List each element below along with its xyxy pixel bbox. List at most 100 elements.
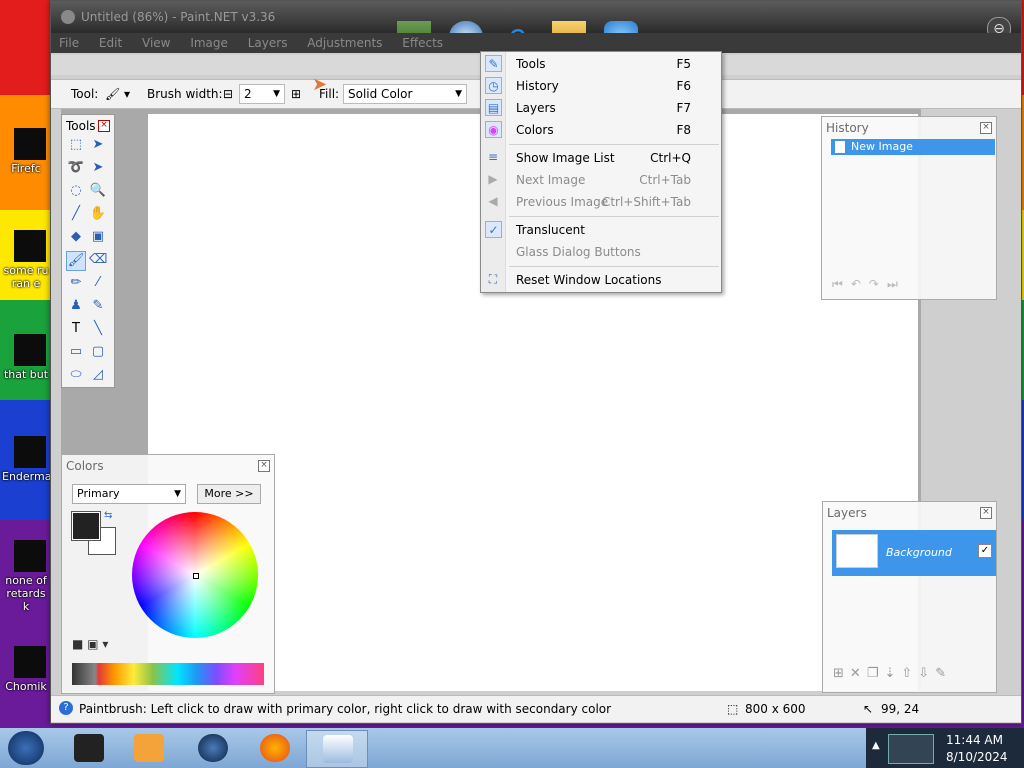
menu-item-previous-image[interactable]: ◀ Previous Image Ctrl+Shift+Tab xyxy=(481,191,721,213)
pan-icon[interactable]: ✋ xyxy=(89,205,107,223)
color-palette[interactable] xyxy=(72,663,264,685)
layer-properties-icon[interactable]: ✎ xyxy=(935,666,952,681)
show-hidden-icons-icon[interactable]: ▲ xyxy=(872,740,880,751)
paintbrush-icon[interactable]: 🖌 xyxy=(66,251,86,271)
new-image-icon xyxy=(835,141,845,153)
pencil-icon[interactable]: ✏ xyxy=(67,274,85,292)
move-selected-icon[interactable]: ➤ xyxy=(89,159,107,177)
rectangle-select-icon[interactable]: ⬚ xyxy=(67,136,85,154)
menu-image[interactable]: Image xyxy=(182,33,236,53)
freeform-shape-icon[interactable]: ◿ xyxy=(89,366,107,384)
text-icon[interactable]: T xyxy=(67,320,85,338)
add-layer-icon[interactable]: ⊞ xyxy=(833,666,850,681)
lasso-select-icon[interactable]: ➰ xyxy=(67,159,85,177)
brush-width-input[interactable]: 2 ▼ xyxy=(239,84,285,104)
window-title: Untitled (86%) - Paint.NET v3.36 xyxy=(81,10,276,24)
taskbar-app-1[interactable] xyxy=(58,730,118,766)
history-controls: ⏮↶↷⏭ xyxy=(832,277,906,292)
move-layer-up-icon[interactable]: ⇧ xyxy=(901,666,918,681)
fast-forward-icon[interactable]: ⏭ xyxy=(887,277,906,291)
layer-row[interactable]: Background ✓ xyxy=(832,530,996,576)
paintbrush-tool-dropdown[interactable]: 🖌 ▾ xyxy=(105,87,130,101)
palette-menu-icon[interactable]: ▣ ▾ xyxy=(87,637,108,651)
fill-mode-dropdown[interactable]: Solid Color ▼ xyxy=(343,84,467,104)
menu-item-next-image[interactable]: ▶ Next Image Ctrl+Tab xyxy=(481,169,721,191)
default-colors-icon[interactable]: ■ xyxy=(72,637,83,651)
status-bar: ? Paintbrush: Left click to draw with pr… xyxy=(51,695,1021,722)
menu-edit[interactable]: Edit xyxy=(91,33,130,53)
rounded-rectangle-icon[interactable]: ▢ xyxy=(89,343,107,361)
title-bar[interactable]: Untitled (86%) - Paint.NET v3.36 e ⊖ xyxy=(51,1,1021,53)
move-selection-icon[interactable]: ➤ xyxy=(89,136,107,154)
duplicate-layer-icon[interactable]: ❐ xyxy=(867,666,885,681)
close-icon[interactable]: × xyxy=(98,120,110,132)
ellipse-icon[interactable]: ⬭ xyxy=(67,366,85,384)
ellipse-select-icon[interactable]: ◌ xyxy=(67,182,85,200)
taskbar-media-player[interactable] xyxy=(118,730,178,766)
menu-item-reset-window-locations[interactable]: ⛶ Reset Window Locations xyxy=(481,269,721,291)
menu-item-layers[interactable]: ▤ Layers F7 xyxy=(481,97,721,119)
recolor-icon[interactable]: ✎ xyxy=(89,297,107,315)
menu-view[interactable]: View xyxy=(134,33,178,53)
close-icon[interactable]: × xyxy=(258,460,270,472)
taskbar: ▲ 11:44 AM 8/10/2024 xyxy=(0,728,1024,768)
history-item[interactable]: New Image xyxy=(831,139,995,155)
taskbar-paint-net[interactable] xyxy=(306,730,368,768)
menu-effects[interactable]: Effects xyxy=(394,33,451,53)
delete-layer-icon[interactable]: ✕ xyxy=(850,666,867,681)
desktop-icon-5[interactable]: none of retards k xyxy=(0,540,50,613)
move-layer-down-icon[interactable]: ⇩ xyxy=(918,666,935,681)
menu-item-shortcut: F7 xyxy=(676,101,691,115)
gradient-icon[interactable]: ▣ xyxy=(89,228,107,246)
menu-item-translucent[interactable]: ✓ Translucent xyxy=(481,219,721,241)
menu-layers[interactable]: Layers xyxy=(240,33,296,53)
decrease-width-icon[interactable]: ⊟ xyxy=(223,87,233,101)
menu-file[interactable]: File xyxy=(51,33,87,53)
layer-visibility-checkbox[interactable]: ✓ xyxy=(978,544,992,558)
color-mode-dropdown[interactable]: Primary ▼ xyxy=(72,484,186,504)
mouse-cursor-icon: ➤ xyxy=(312,74,328,95)
close-icon[interactable]: × xyxy=(980,507,992,519)
tray-app-icon[interactable] xyxy=(888,734,934,764)
menu-item-colors[interactable]: ◉ Colors F8 xyxy=(481,119,721,141)
desktop-icon-firefox[interactable]: Firefc xyxy=(0,128,50,175)
line-curve-icon[interactable]: ╲ xyxy=(89,320,107,338)
desktop-icon-3[interactable]: that but xyxy=(0,334,50,381)
previous-image-icon: ◀ xyxy=(488,194,498,208)
clock-time[interactable]: 11:44 AM xyxy=(946,733,1003,747)
eraser-icon[interactable]: ⌫ xyxy=(89,251,107,269)
rewind-icon[interactable]: ⏮ xyxy=(832,277,851,291)
more-colors-button[interactable]: More >> xyxy=(197,484,261,504)
layers-icon: ▤ xyxy=(485,99,502,116)
paint-bucket-icon[interactable]: ◆ xyxy=(67,228,85,246)
undo-icon[interactable]: ↶ xyxy=(851,277,869,291)
primary-color-swatch[interactable] xyxy=(71,511,101,541)
clock-date[interactable]: 8/10/2024 xyxy=(946,750,1008,764)
menu-item-glass-dialog-buttons[interactable]: Glass Dialog Buttons xyxy=(481,241,721,263)
globe-icon xyxy=(198,734,228,762)
increase-width-icon[interactable]: ⊞ xyxy=(291,87,301,101)
desktop-icon-4[interactable]: Enderma xyxy=(0,436,51,483)
magic-wand-icon[interactable]: ╱ xyxy=(67,205,85,223)
swap-colors-icon[interactable]: ⇆ xyxy=(104,510,112,521)
menu-item-show-image-list[interactable]: ≡ Show Image List Ctrl+Q xyxy=(481,147,721,169)
merge-layer-icon[interactable]: ⇣ xyxy=(884,666,901,681)
desktop-icon-2[interactable]: some ru ran e xyxy=(0,230,50,290)
brush-width-value: 2 xyxy=(244,87,252,101)
color-wheel-icon: ◉ xyxy=(485,121,502,138)
desktop-icon-6[interactable]: Chomik xyxy=(0,646,50,693)
color-picker-icon[interactable]: ⁄ xyxy=(89,274,107,292)
start-button[interactable] xyxy=(8,731,44,765)
menu-item-label: Next Image xyxy=(516,173,586,187)
menu-adjustments[interactable]: Adjustments xyxy=(299,33,390,53)
rectangle-icon[interactable]: ▭ xyxy=(67,343,85,361)
image-list-icon: ≡ xyxy=(487,150,499,164)
close-icon[interactable]: × xyxy=(980,122,992,134)
redo-icon[interactable]: ↷ xyxy=(869,277,887,291)
menu-item-tools[interactable]: ✎ Tools F5 xyxy=(481,53,721,75)
clone-stamp-icon[interactable]: ♟ xyxy=(67,297,85,315)
menu-item-history[interactable]: ◷ History F6 xyxy=(481,75,721,97)
taskbar-firefox[interactable] xyxy=(244,730,304,766)
taskbar-app-3[interactable] xyxy=(182,730,242,766)
zoom-icon[interactable]: 🔍 xyxy=(89,182,107,200)
